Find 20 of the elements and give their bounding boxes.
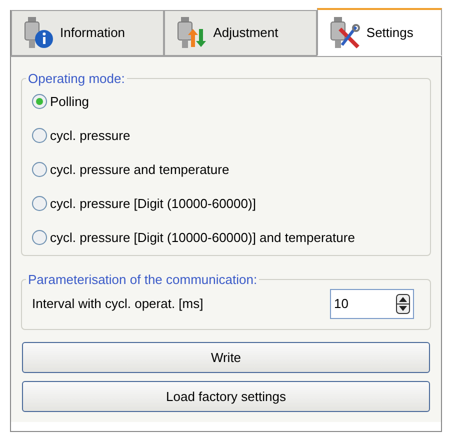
group-title: Operating mode: (27, 70, 126, 88)
radio-label: cycl. pressure [Digit (10000-60000)] (50, 194, 256, 213)
radio-button[interactable] (32, 196, 47, 211)
radio-label: cycl. pressure and temperature (50, 160, 230, 179)
tab[interactable]: Adjustment (164, 10, 318, 56)
radio-button[interactable] (32, 128, 47, 143)
field-label: Interval with cycl. operat. [ms] (32, 295, 204, 314)
tab[interactable]: Information (11, 10, 164, 56)
spinner-arrows-icon[interactable] (396, 294, 410, 314)
radio-label: Polling (50, 92, 90, 111)
number-spinner[interactable]: 10 (330, 289, 414, 319)
tab[interactable]: Settings (317, 8, 442, 56)
group-title: Parameterisation of the communication: (27, 270, 258, 288)
radio-label: cycl. pressure [Digit (10000-60000)] and temperature (50, 228, 355, 247)
radio-button[interactable] (32, 230, 47, 245)
radio-button[interactable] (32, 94, 47, 109)
action-button[interactable]: Load factory settings (22, 381, 430, 412)
action-button[interactable]: Write (22, 342, 430, 373)
radio-label: cycl. pressure (50, 126, 130, 145)
radio-button[interactable] (32, 162, 47, 177)
